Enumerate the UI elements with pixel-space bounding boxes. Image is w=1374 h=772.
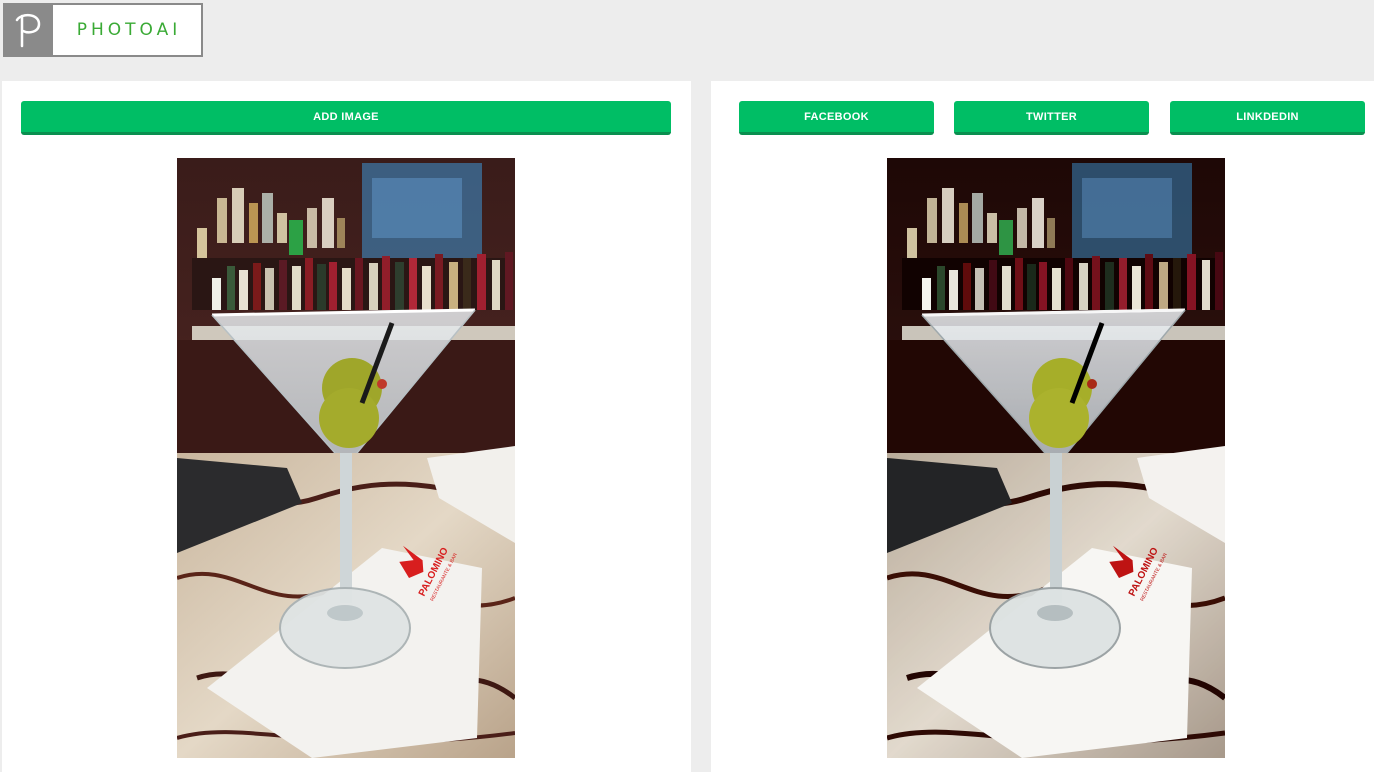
original-image-panel: ADD IMAGE PALOMINO RESTAURANTE & BAR [2,81,691,772]
header: PHOTOAI [0,0,1374,80]
original-photo: PALOMINO RESTAURANTE & BAR [177,158,515,758]
logo-text: PHOTOAI [76,20,182,40]
twitter-share-button[interactable]: TWITTER [954,101,1149,135]
p-letter-icon [5,5,53,55]
enhanced-image-panel: FACEBOOK TWITTER LINKDEDIN PALOMINO REST… [711,81,1374,772]
add-image-button[interactable]: ADD IMAGE [21,101,671,135]
facebook-share-button[interactable]: FACEBOOK [739,101,934,135]
enhanced-photo: PALOMINO RESTAURANTE & BAR [887,158,1225,758]
linkedin-share-button[interactable]: LINKDEDIN [1170,101,1365,135]
logo[interactable]: PHOTOAI [3,3,203,57]
